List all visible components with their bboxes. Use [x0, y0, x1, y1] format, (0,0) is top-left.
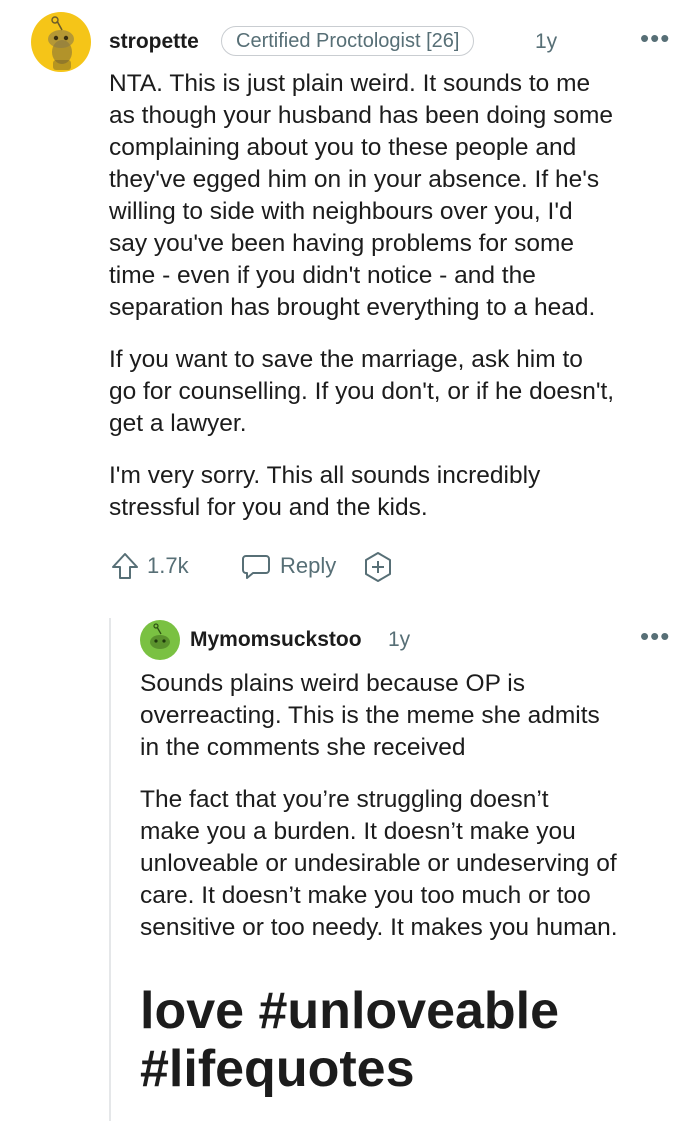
comment-age: 1y — [535, 30, 558, 53]
avatar[interactable] — [31, 12, 91, 72]
award-button[interactable] — [361, 550, 395, 584]
thread-line[interactable] — [109, 618, 111, 1121]
upvote-arrow-icon — [112, 553, 138, 579]
comment-paragraph: If you want to save the marriage, ask hi… — [109, 346, 615, 437]
snoo-avatar-icon — [140, 620, 180, 660]
reply-label: Reply — [280, 553, 337, 578]
reply-paragraph: The fact that you’re struggling doesn’t … — [140, 786, 618, 941]
snoo-avatar-icon — [31, 12, 91, 72]
reply-paragraph: Sounds plains weird because OP is overre… — [140, 670, 600, 761]
reply-avatar[interactable] — [140, 620, 180, 660]
reply-age: 1y — [388, 628, 411, 651]
more-options-icon[interactable]: ••• — [640, 623, 670, 649]
upvote-count: 1.7k — [147, 553, 189, 578]
comment-username[interactable]: stropette — [109, 30, 199, 54]
reply-bubble-icon — [242, 555, 270, 579]
meme-caption: love #unloveable #lifequotes — [140, 982, 560, 1098]
comment-paragraph: NTA. This is just plain weird. It sounds… — [109, 70, 613, 321]
comment-paragraph: I'm very sorry. This all sounds incredib… — [109, 462, 541, 521]
comment-body: NTA. This is just plain weird. It sounds… — [109, 68, 689, 524]
more-options-icon[interactable]: ••• — [640, 25, 670, 51]
meme-image[interactable]: love #unloveable #lifequotes — [140, 982, 692, 1098]
reply-button[interactable]: Reply — [240, 550, 336, 582]
user-flair-badge: Certified Proctologist [26] — [221, 26, 475, 56]
award-plus-icon — [365, 552, 391, 582]
reply-body: Sounds plains weird because OP is overre… — [140, 668, 692, 944]
upvote-button[interactable]: 1.7k — [109, 550, 189, 582]
reply-username[interactable]: Mymomsuckstoo — [190, 628, 362, 652]
